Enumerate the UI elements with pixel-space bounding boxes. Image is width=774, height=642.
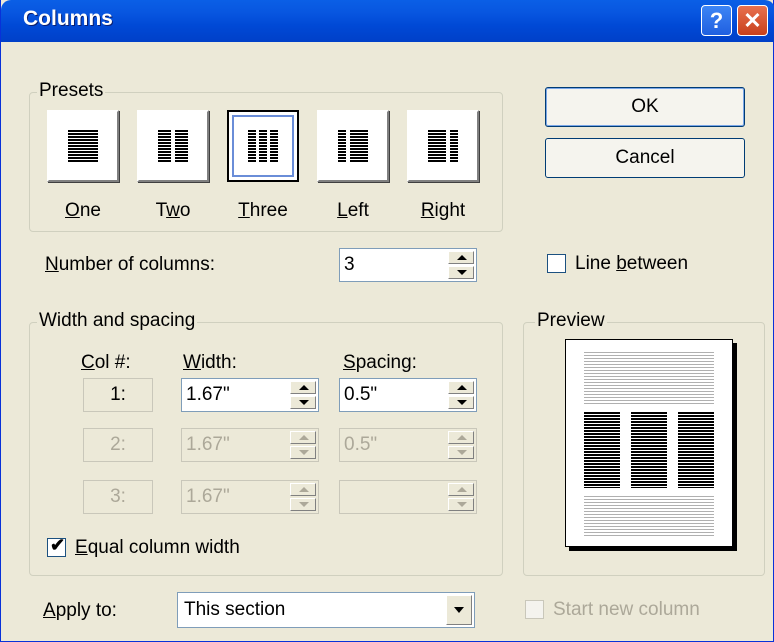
spacing-spinner-1[interactable]: 0.5" [339, 378, 477, 412]
spin-down-icon[interactable] [290, 396, 316, 409]
spin-down-icon [448, 446, 474, 459]
preset-right[interactable] [407, 110, 479, 182]
close-icon[interactable]: ✕ [737, 5, 768, 36]
preset-three-icon [248, 130, 278, 162]
spin-up-icon [448, 483, 474, 496]
spacing-spinner-2: 0.5" [339, 428, 477, 462]
spin-up-icon[interactable] [448, 251, 474, 264]
ok-button[interactable]: OK [545, 87, 745, 127]
col-number-2: 2: [83, 428, 153, 462]
preview-page [565, 339, 733, 547]
chevron-down-icon[interactable] [446, 595, 472, 625]
number-of-columns-spinner[interactable]: 3 [339, 248, 477, 282]
width-value-1[interactable]: 1.67" [186, 384, 230, 406]
width-spinner-3: 1.67" [181, 480, 319, 514]
equal-width-checkbox[interactable]: ✔ [47, 535, 66, 557]
spin-down-icon [448, 498, 474, 511]
spin-down-icon[interactable] [448, 266, 474, 279]
col-number-3: 3: [83, 480, 153, 514]
dialog-title: Columns [23, 7, 113, 30]
spacing-value-1[interactable]: 0.5" [344, 384, 377, 406]
spacing-spinner-3 [339, 480, 477, 514]
preset-left[interactable] [317, 110, 389, 182]
col-number-header: Col #: [81, 352, 131, 373]
spacing-value-2: 0.5" [344, 434, 378, 455]
apply-to-label: Apply to: [43, 600, 117, 621]
preset-two-label[interactable]: Two [133, 200, 213, 222]
preset-one-label[interactable]: One [43, 200, 123, 222]
spin-down-icon[interactable] [448, 396, 474, 409]
start-new-column-checkbox [525, 600, 544, 619]
spin-up-icon[interactable] [448, 381, 474, 394]
preview-page-graphic [584, 352, 714, 536]
preview-legend: Preview [535, 310, 607, 331]
preset-one[interactable] [47, 110, 119, 182]
presets-legend: Presets [37, 80, 106, 101]
width-spacing-legend: Width and spacing [37, 310, 198, 331]
apply-to-select[interactable]: This section [177, 592, 475, 628]
col-number-1: 1: [83, 378, 153, 412]
spin-up-icon [448, 431, 474, 444]
cancel-button[interactable]: Cancel [545, 138, 745, 178]
spin-down-icon [290, 446, 316, 459]
width-value-2: 1.67" [186, 434, 230, 455]
columns-dialog: Columns ? ✕ Presets One Two Three Left R… [0, 0, 774, 642]
preset-one-icon [68, 130, 98, 162]
width-header: Width: [183, 352, 237, 373]
preset-two[interactable] [137, 110, 209, 182]
number-of-columns-value[interactable]: 3 [344, 254, 355, 276]
help-icon[interactable]: ? [701, 5, 732, 36]
number-of-columns-label: Number of columns: [45, 254, 216, 275]
preset-three-label[interactable]: Three [223, 200, 303, 222]
spin-up-icon [290, 431, 316, 444]
preset-left-icon [338, 130, 368, 162]
preset-three[interactable] [227, 110, 299, 182]
width-value-3: 1.67" [186, 486, 230, 507]
width-spinner-1[interactable]: 1.67" [181, 378, 319, 412]
start-new-column-label: Start new column [553, 599, 700, 620]
equal-width-label[interactable]: Equal column width [75, 537, 240, 559]
preset-right-label[interactable]: Right [403, 200, 483, 222]
preset-right-icon [428, 130, 458, 162]
preset-left-label[interactable]: Left [313, 200, 393, 222]
line-between-checkbox[interactable] [547, 254, 566, 273]
spacing-header: Spacing: [343, 352, 417, 373]
check-icon: ✔ [50, 535, 66, 555]
spin-up-icon[interactable] [290, 381, 316, 394]
width-spinner-2: 1.67" [181, 428, 319, 462]
spin-up-icon [290, 483, 316, 496]
preset-two-icon [158, 130, 188, 162]
title-bar[interactable]: Columns ? ✕ [1, 0, 774, 42]
apply-to-value[interactable]: This section [184, 599, 285, 621]
line-between-label[interactable]: Line between [575, 253, 688, 275]
spin-down-icon [290, 498, 316, 511]
